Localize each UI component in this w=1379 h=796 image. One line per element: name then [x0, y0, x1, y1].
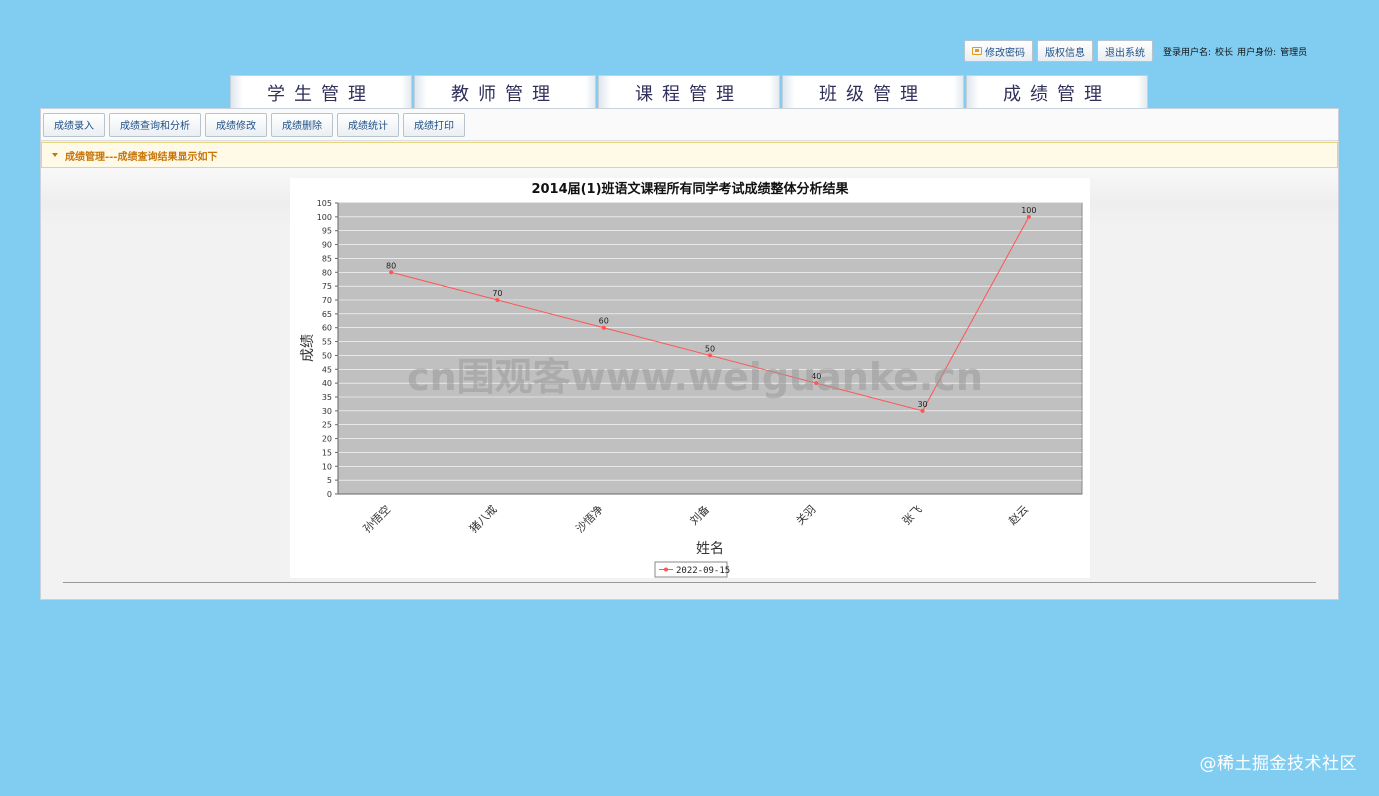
tab-course-management[interactable]: 课程管理	[598, 75, 780, 109]
content-area: 2014届(1)班语文课程所有同学考试成绩整体分析结果 0 5 10 15 20 25 30 3…	[41, 168, 1338, 598]
x-tick-label: 沙悟净	[573, 502, 606, 535]
x-axis-label: 姓名	[696, 541, 724, 557]
user-info: 登录用户名: 校长 用户身份: 管理员	[1163, 45, 1307, 58]
data-label: 50	[705, 344, 715, 353]
y-tick-label: 45	[322, 365, 332, 374]
y-tick-label: 35	[322, 393, 332, 402]
logout-button[interactable]: 退出系统	[1097, 40, 1153, 62]
y-tick-label: 20	[322, 435, 332, 444]
y-tick-label: 15	[322, 448, 332, 457]
tab-grade-management[interactable]: 成绩管理	[966, 75, 1148, 109]
main-nav: 学生管理 教师管理 课程管理 班级管理 成绩管理	[230, 75, 1148, 109]
data-label: 100	[1021, 206, 1036, 215]
legend-label: 2022-09-15	[676, 566, 730, 576]
sub-toolbar: 成绩录入 成绩查询和分析 成绩修改 成绩删除 成绩统计 成绩打印	[41, 109, 1338, 141]
data-point	[1026, 214, 1031, 219]
tab-teacher-management[interactable]: 教师管理	[414, 75, 596, 109]
chart-container: 2014届(1)班语文课程所有同学考试成绩整体分析结果 0 5 10 15 20 25 30 3…	[290, 178, 1090, 578]
grade-edit-button[interactable]: 成绩修改	[205, 112, 267, 137]
data-point	[601, 325, 606, 330]
y-tick-label: 105	[317, 199, 332, 208]
y-axis-label: 成绩	[300, 334, 316, 362]
data-label: 70	[492, 289, 502, 298]
role-name: 管理员	[1280, 47, 1308, 58]
grade-query-analysis-button[interactable]: 成绩查询和分析	[109, 112, 201, 137]
tab-class-management[interactable]: 班级管理	[782, 75, 964, 109]
line-chart: 2014届(1)班语文课程所有同学考试成绩整体分析结果 0 5 10 15 20 25 30 3…	[300, 181, 1083, 578]
role-label: 用户身份:	[1237, 47, 1277, 58]
x-tick-label: 刘备	[687, 502, 712, 527]
section-header[interactable]: 成绩管理---成绩查询结果显示如下	[41, 142, 1338, 168]
y-tick-label: 75	[322, 282, 332, 291]
grade-entry-button[interactable]: 成绩录入	[43, 112, 105, 137]
data-label: 80	[386, 261, 396, 270]
top-bar: 修改密码 版权信息 退出系统 登录用户名: 校长 用户身份: 管理员	[964, 40, 1307, 62]
divider	[63, 582, 1316, 583]
y-tick-label: 55	[322, 338, 332, 347]
chart-watermark: cn围观客www.weiguanke.cn	[407, 355, 983, 399]
y-tick-label: 80	[322, 268, 332, 277]
grade-delete-button[interactable]: 成绩删除	[271, 112, 333, 137]
grade-statistics-button[interactable]: 成绩统计	[337, 112, 399, 137]
user-label: 登录用户名:	[1163, 47, 1212, 58]
copyright-button[interactable]: 版权信息	[1037, 40, 1093, 62]
user-name: 校长	[1215, 47, 1234, 58]
grade-print-button[interactable]: 成绩打印	[403, 112, 465, 137]
y-tick-label: 5	[327, 476, 332, 485]
change-password-button[interactable]: 修改密码	[964, 40, 1033, 62]
y-tick-label: 40	[322, 379, 332, 388]
y-tick-label: 60	[322, 324, 332, 333]
x-tick-label: 张飞	[900, 503, 925, 528]
x-tick-label: 关羽	[793, 502, 818, 527]
x-tick-label: 赵云	[1006, 502, 1031, 527]
y-tick-label: 95	[322, 227, 332, 236]
y-tick-label: 70	[322, 296, 332, 305]
y-tick-label: 65	[322, 310, 332, 319]
y-tick-label: 100	[317, 213, 332, 222]
tab-student-management[interactable]: 学生管理	[230, 75, 412, 109]
data-label: 30	[917, 400, 927, 409]
chart-title: 2014届(1)班语文课程所有同学考试成绩整体分析结果	[531, 181, 848, 197]
y-tick-label: 10	[322, 462, 332, 471]
main-panel: 成绩录入 成绩查询和分析 成绩修改 成绩删除 成绩统计 成绩打印 成绩管理---…	[40, 108, 1339, 600]
x-tick-label: 猪八戒	[467, 503, 500, 536]
change-password-label: 修改密码	[985, 47, 1025, 59]
collapse-triangle-icon	[52, 153, 58, 157]
x-tick-label: 孙悟空	[360, 502, 393, 535]
y-tick-label: 50	[322, 351, 332, 360]
y-tick-label: 25	[322, 421, 332, 430]
y-tick-label: 90	[322, 241, 332, 250]
data-point	[495, 298, 500, 302]
site-watermark: @稀土掘金技术社区	[1199, 754, 1357, 774]
edit-icon	[972, 47, 982, 55]
y-tick-label: 30	[322, 407, 332, 416]
section-title: 成绩管理---成绩查询结果显示如下	[65, 151, 218, 163]
y-tick-label: 85	[322, 254, 332, 263]
data-point	[389, 270, 394, 275]
legend-marker	[664, 567, 668, 572]
data-label: 60	[599, 317, 609, 326]
data-point	[920, 408, 925, 413]
y-tick-label: 0	[327, 490, 332, 499]
